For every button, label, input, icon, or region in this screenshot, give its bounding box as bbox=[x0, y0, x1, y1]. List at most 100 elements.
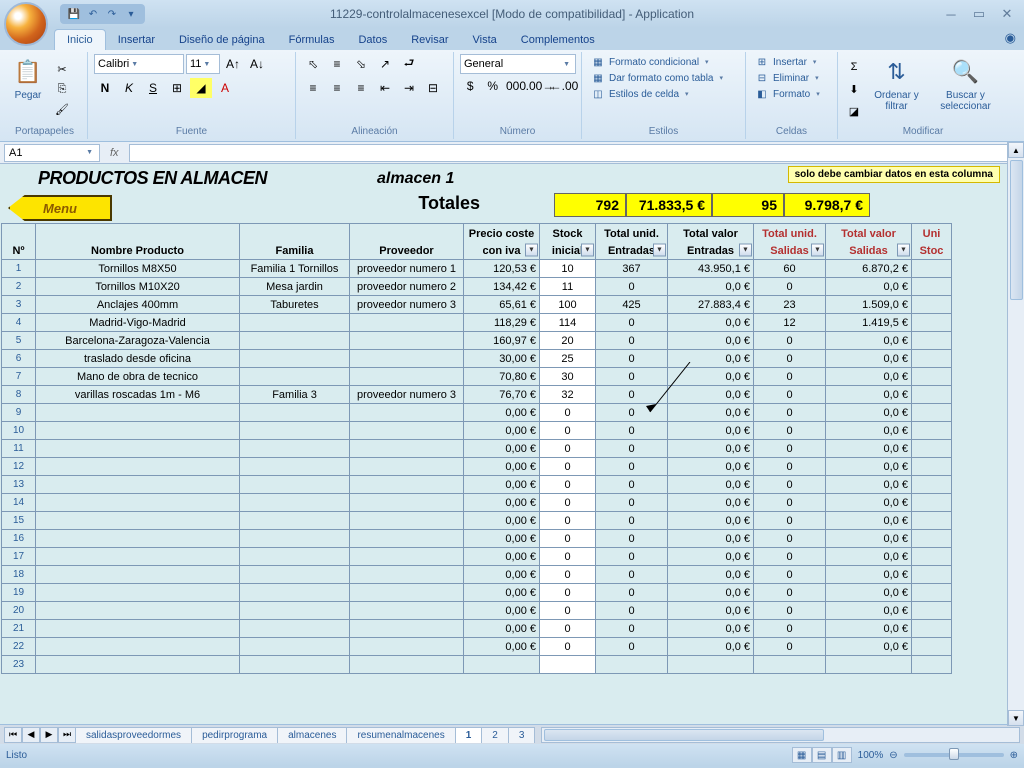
cell-precio[interactable]: 65,61 € bbox=[464, 296, 540, 314]
cell-vsal[interactable]: 0,0 € bbox=[826, 512, 912, 530]
cell-usal[interactable]: 0 bbox=[754, 476, 826, 494]
row-number[interactable]: 4 bbox=[2, 314, 36, 332]
align-middle-icon[interactable]: ≡ bbox=[326, 54, 348, 74]
cell-stock[interactable]: 114 bbox=[540, 314, 596, 332]
col-proveedor[interactable]: Proveedor▼ bbox=[350, 224, 464, 260]
horizontal-scrollbar[interactable] bbox=[541, 727, 1020, 743]
table-row[interactable]: 6traslado desde oficina30,00 €2500,0 €00… bbox=[2, 350, 952, 368]
cell-familia[interactable] bbox=[240, 440, 350, 458]
cell-precio[interactable]: 160,97 € bbox=[464, 332, 540, 350]
bold-button[interactable]: N bbox=[94, 78, 116, 98]
cell-familia[interactable] bbox=[240, 404, 350, 422]
cell-extra[interactable] bbox=[912, 296, 952, 314]
cell-familia[interactable] bbox=[240, 548, 350, 566]
col-usal-2[interactable]: Salidas▼ bbox=[754, 242, 826, 260]
cell-stock[interactable]: 0 bbox=[540, 458, 596, 476]
cell-styles-button[interactable]: ◫Estilos de celda▾ bbox=[588, 86, 739, 102]
table-row[interactable]: 120,00 €000,0 €00,0 € bbox=[2, 458, 952, 476]
cell-vsal[interactable]: 0,0 € bbox=[826, 530, 912, 548]
cell-vsal[interactable]: 0,0 € bbox=[826, 440, 912, 458]
cell-nombre[interactable]: Anclajes 400mm bbox=[36, 296, 240, 314]
sheet-tab-active[interactable]: 1 bbox=[455, 727, 483, 743]
cell-vent[interactable]: 0,0 € bbox=[668, 386, 754, 404]
cell-uent[interactable]: 0 bbox=[596, 422, 668, 440]
cell-uent[interactable]: 0 bbox=[596, 584, 668, 602]
cell-stock[interactable] bbox=[540, 656, 596, 674]
save-icon[interactable]: 💾 bbox=[66, 6, 82, 22]
cell-familia[interactable] bbox=[240, 620, 350, 638]
cell-precio[interactable] bbox=[464, 656, 540, 674]
cell-precio[interactable]: 118,29 € bbox=[464, 314, 540, 332]
merge-icon[interactable]: ⊟ bbox=[422, 78, 444, 98]
cell-proveedor[interactable] bbox=[350, 656, 464, 674]
col-familia[interactable]: Familia▼ bbox=[240, 224, 350, 260]
next-tab-icon[interactable]: ▶ bbox=[40, 727, 58, 743]
cell-uent[interactable]: 0 bbox=[596, 278, 668, 296]
cell-vent[interactable]: 27.883,4 € bbox=[668, 296, 754, 314]
border-icon[interactable]: ⊞ bbox=[166, 78, 188, 98]
format-as-table-button[interactable]: ▦Dar formato como tabla▾ bbox=[588, 70, 739, 86]
cell-precio[interactable]: 0,00 € bbox=[464, 440, 540, 458]
decrease-decimal-icon[interactable]: ←.00 bbox=[553, 76, 575, 96]
row-number[interactable]: 3 bbox=[2, 296, 36, 314]
row-number[interactable]: 15 bbox=[2, 512, 36, 530]
cell-uent[interactable]: 0 bbox=[596, 332, 668, 350]
cell-vsal[interactable]: 0,0 € bbox=[826, 368, 912, 386]
cell-vsal[interactable]: 0,0 € bbox=[826, 386, 912, 404]
cell-nombre[interactable] bbox=[36, 656, 240, 674]
cell-stock[interactable]: 10 bbox=[540, 260, 596, 278]
cell-stock[interactable]: 0 bbox=[540, 440, 596, 458]
cell-uent[interactable]: 0 bbox=[596, 350, 668, 368]
cell-extra[interactable] bbox=[912, 656, 952, 674]
filter-icon[interactable]: ▼ bbox=[525, 244, 538, 257]
row-number[interactable]: 18 bbox=[2, 566, 36, 584]
cell-vsal[interactable]: 0,0 € bbox=[826, 620, 912, 638]
cell-usal[interactable]: 23 bbox=[754, 296, 826, 314]
redo-icon[interactable]: ↷ bbox=[104, 6, 120, 22]
cell-nombre[interactable] bbox=[36, 512, 240, 530]
cell-familia[interactable] bbox=[240, 566, 350, 584]
cell-proveedor[interactable] bbox=[350, 638, 464, 656]
cell-familia[interactable] bbox=[240, 494, 350, 512]
table-row[interactable]: 180,00 €000,0 €00,0 € bbox=[2, 566, 952, 584]
table-row[interactable]: 130,00 €000,0 €00,0 € bbox=[2, 476, 952, 494]
cell-precio[interactable]: 120,53 € bbox=[464, 260, 540, 278]
cell-precio[interactable]: 0,00 € bbox=[464, 404, 540, 422]
row-number[interactable]: 5 bbox=[2, 332, 36, 350]
cell-usal[interactable]: 0 bbox=[754, 530, 826, 548]
cell-vsal[interactable]: 0,0 € bbox=[826, 566, 912, 584]
zoom-thumb[interactable] bbox=[949, 748, 959, 760]
cell-usal[interactable]: 0 bbox=[754, 494, 826, 512]
row-number[interactable]: 23 bbox=[2, 656, 36, 674]
cell-usal[interactable]: 0 bbox=[754, 350, 826, 368]
cell-nombre[interactable] bbox=[36, 566, 240, 584]
scroll-thumb[interactable] bbox=[544, 729, 824, 741]
cell-nombre[interactable] bbox=[36, 530, 240, 548]
cell-usal[interactable]: 0 bbox=[754, 584, 826, 602]
cell-vent[interactable]: 0,0 € bbox=[668, 620, 754, 638]
cell-proveedor[interactable] bbox=[350, 548, 464, 566]
row-number[interactable]: 19 bbox=[2, 584, 36, 602]
tab-complementos[interactable]: Complementos bbox=[509, 30, 607, 50]
cell-nombre[interactable]: Tornillos M8X50 bbox=[36, 260, 240, 278]
cell-usal[interactable]: 0 bbox=[754, 566, 826, 584]
table-row[interactable]: 5Barcelona-Zaragoza-Valencia160,97 €2000… bbox=[2, 332, 952, 350]
cell-vent[interactable]: 0,0 € bbox=[668, 278, 754, 296]
cell-stock[interactable]: 0 bbox=[540, 494, 596, 512]
first-tab-icon[interactable]: ⏮ bbox=[4, 727, 22, 743]
cell-vent[interactable]: 0,0 € bbox=[668, 494, 754, 512]
cell-vent[interactable]: 0,0 € bbox=[668, 332, 754, 350]
cell-extra[interactable] bbox=[912, 602, 952, 620]
sheet-tab[interactable]: resumenalmacenes bbox=[346, 727, 455, 743]
menu-button[interactable]: Menu bbox=[8, 195, 112, 221]
cell-stock[interactable]: 0 bbox=[540, 404, 596, 422]
table-row[interactable]: 150,00 €000,0 €00,0 € bbox=[2, 512, 952, 530]
delete-cells-button[interactable]: ⊟Eliminar▾ bbox=[752, 70, 831, 86]
row-number[interactable]: 11 bbox=[2, 440, 36, 458]
cell-vsal[interactable]: 6.870,2 € bbox=[826, 260, 912, 278]
cell-stock[interactable]: 0 bbox=[540, 530, 596, 548]
row-number[interactable]: 21 bbox=[2, 620, 36, 638]
insert-cells-button[interactable]: ⊞Insertar▾ bbox=[752, 54, 831, 70]
cell-vsal[interactable]: 0,0 € bbox=[826, 404, 912, 422]
normal-view-icon[interactable]: ▦ bbox=[792, 747, 812, 763]
